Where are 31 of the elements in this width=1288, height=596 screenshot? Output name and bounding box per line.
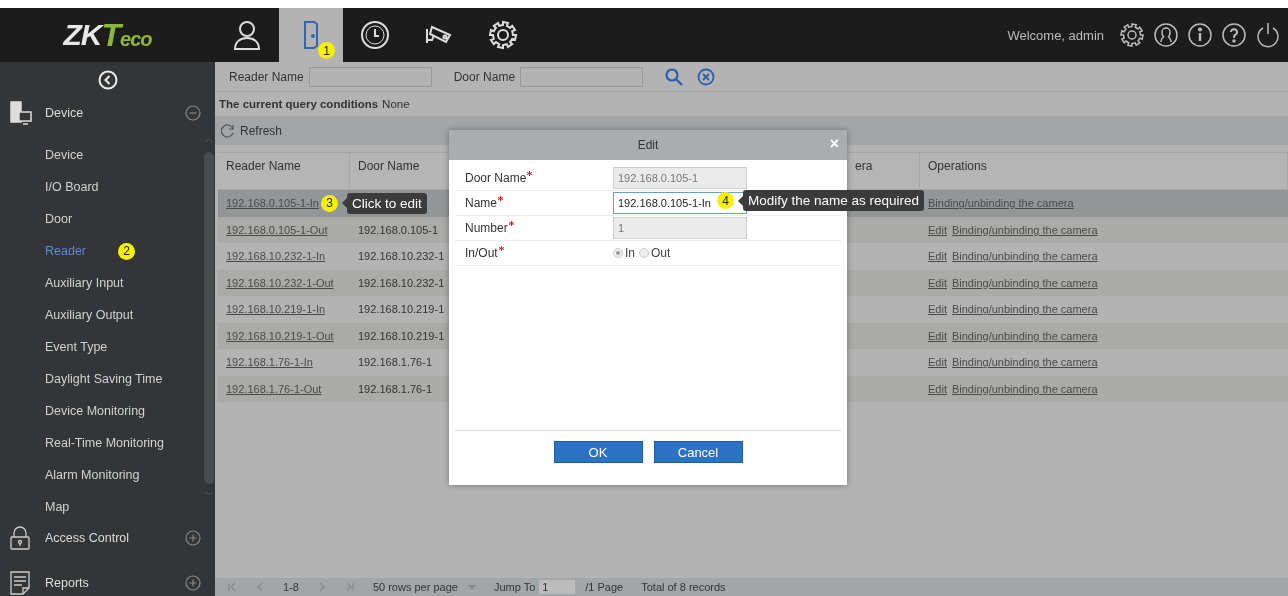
column-header: Operations	[928, 159, 987, 173]
table-cell: 192.168.10.219-1	[358, 303, 445, 316]
column-header: Reader Name	[226, 159, 301, 173]
table-cell: 192.168.0.105-1	[358, 223, 439, 236]
page-count: /1 Page	[585, 581, 624, 593]
query-conditions-value: None	[382, 98, 410, 110]
hint-tooltip: Click to edit	[341, 192, 427, 214]
table-cell: 192.168.1.76-1	[358, 356, 432, 369]
hint-tooltip: Modify the name as required	[738, 190, 925, 211]
filter-label: Door Name	[453, 69, 516, 84]
jump-to-label: Jump To	[493, 581, 536, 593]
step-number-badge: 1	[318, 42, 335, 59]
welcome-text: Welcome, admin	[1007, 27, 1104, 43]
field-label: Number	[465, 221, 508, 235]
logo-text: ZK	[63, 18, 102, 52]
step-number-badge: 3	[320, 194, 338, 212]
total-records: Total of 8 records	[641, 581, 726, 593]
query-conditions-label: The current query conditions	[219, 98, 379, 110]
field-label: In/Out	[465, 246, 498, 260]
page-range: 1-8	[283, 581, 299, 593]
step-number-badge: 2	[118, 242, 135, 260]
column-header: Door Name	[358, 159, 420, 173]
table-cell: 192.168.10.232-1	[358, 276, 445, 289]
field-label: Door Name	[465, 171, 527, 185]
column-header: era	[855, 159, 873, 173]
dialog-title: Edit	[637, 138, 659, 152]
filter-label: Reader Name	[229, 69, 304, 84]
table-cell: 192.168.10.219-1	[358, 329, 445, 342]
field-label: Name	[465, 196, 497, 210]
table-cell: 192.168.10.232-1	[358, 250, 445, 263]
table-cell: 192.168.1.76-1	[358, 382, 432, 395]
